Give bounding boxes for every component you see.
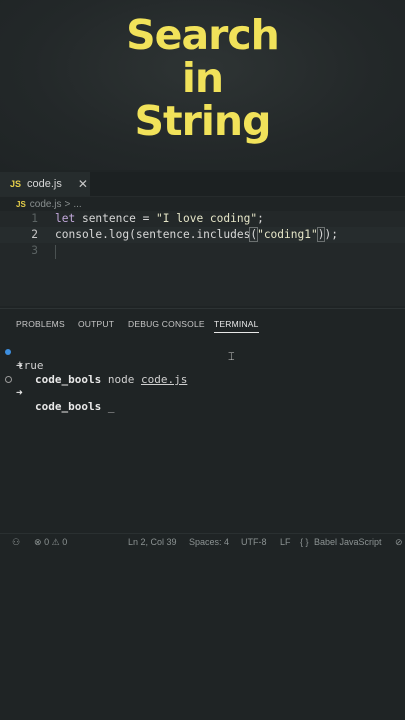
terminal-cursor: _ (107, 400, 115, 413)
warning-count: 0 (62, 537, 68, 547)
tab-filename: code.js (27, 178, 62, 190)
text-cursor (55, 245, 56, 259)
terminal-command: code_bools node code.js (35, 373, 187, 387)
code-token: ; (257, 212, 264, 225)
terminal-prompt: code_bools _ (35, 400, 114, 414)
terminal-output: true (17, 359, 44, 372)
string-literal: "coding1" (257, 228, 318, 241)
prompt-directory: code_bools (35, 373, 102, 386)
code-text: console.log(sentence.includes("coding1")… (55, 227, 338, 243)
breadcrumb-symbols[interactable]: ... (73, 199, 81, 210)
close-icon[interactable]: ✕ (78, 177, 88, 191)
tab-terminal[interactable]: TERMINAL (214, 319, 259, 333)
warning-icon: ⚠ (51, 537, 60, 547)
problems-status[interactable]: ⊗ 0 ⚠ 0 (34, 537, 67, 548)
tab-debug-console[interactable]: DEBUG CONSOLE (128, 319, 205, 329)
breadcrumb: JS code.js > ... (0, 197, 405, 211)
line-number: 2 (31, 228, 38, 241)
code-token: console.log(sentence.includes (55, 228, 251, 241)
title-banner: Search in String (0, 0, 405, 170)
panel-tabs: PROBLEMS OUTPUT DEBUG CONSOLE TERMINAL (0, 308, 405, 337)
error-icon: ⊗ (34, 537, 42, 547)
prompt-directory: code_bools (35, 400, 102, 413)
code-token: sentence = (75, 212, 157, 225)
keyword: let (55, 212, 76, 225)
end-of-line[interactable]: LF (280, 537, 291, 547)
terminal[interactable]: ➜ code_bools node code.js true ➜ code_bo… (0, 340, 405, 530)
line-number: 3 (31, 244, 38, 257)
chevron-right-icon: > (64, 198, 71, 210)
editor-tab-bar: JS code.js ✕ (0, 172, 405, 197)
indentation[interactable]: Spaces: 4 (189, 537, 229, 547)
javascript-file-icon: JS (10, 179, 22, 189)
command-argument[interactable]: code.js (141, 373, 187, 386)
title-line-1: Search (126, 11, 280, 59)
mouse-ibeam-cursor-icon: ⌶ (228, 351, 235, 363)
terminal-line: ➜ code_bools node code.js (0, 345, 187, 386)
language-mode[interactable]: Babel JavaScript (314, 537, 382, 547)
error-count: 0 (44, 537, 50, 547)
command-name: node (107, 373, 135, 386)
javascript-file-icon: JS (16, 199, 26, 209)
title-line-3: String (134, 97, 272, 145)
terminal-line: ➜ code_bools _ (0, 372, 114, 413)
string-literal: "I love coding" (156, 212, 258, 225)
breadcrumb-filename[interactable]: code.js (30, 199, 62, 210)
code-line-active[interactable]: 2 console.log(sentence.includes("coding1… (0, 227, 405, 243)
background (0, 550, 405, 720)
status-bar: ⚇ ⊗ 0 ⚠ 0 Ln 2, Col 39 Spaces: 4 UTF-8 L… (0, 533, 405, 550)
remote-icon[interactable]: ⚇ (12, 537, 20, 548)
code-line[interactable]: 1 let sentence = "I love coding"; (0, 211, 405, 227)
notifications-icon[interactable]: ⊘ (395, 537, 403, 548)
code-line[interactable]: 3 (0, 243, 405, 259)
braces-icon[interactable]: { } (300, 537, 309, 547)
code-token: ); (324, 228, 338, 241)
cursor-position[interactable]: Ln 2, Col 39 (128, 537, 177, 547)
code-editor[interactable]: 1 let sentence = "I love coding"; 2 cons… (0, 211, 405, 306)
tab-output[interactable]: OUTPUT (78, 319, 114, 329)
encoding[interactable]: UTF-8 (241, 537, 267, 547)
prompt-arrow-icon: ➜ (16, 386, 23, 399)
tab-problems[interactable]: PROBLEMS (16, 319, 65, 329)
line-number: 1 (31, 212, 38, 225)
title-line-2: in (181, 54, 224, 102)
tab-code-js[interactable]: JS code.js ✕ (0, 172, 90, 196)
code-text: let sentence = "I love coding"; (55, 211, 264, 227)
